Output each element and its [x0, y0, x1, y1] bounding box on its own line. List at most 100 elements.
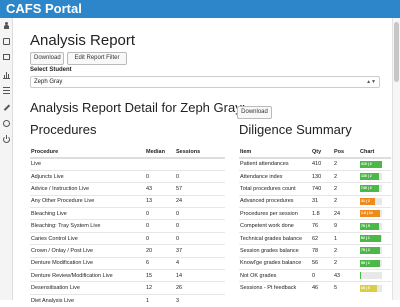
procedure-cell: Caries Control Live — [30, 231, 145, 245]
chart-cell: 130 | 2 — [359, 169, 391, 183]
diligence-bar-fill: 410 | 2 — [360, 160, 382, 168]
diligence-bar: 46 | 5 — [360, 284, 382, 292]
procedure-cell: Crown / Onlay / Post Live — [30, 244, 145, 258]
sessions-cell: 0 — [175, 219, 225, 233]
table-row: Total procedures count 740 2 740 | 2 — [239, 182, 391, 196]
scrollbar-thumb[interactable] — [394, 22, 399, 82]
item-cell: Patient attendances — [239, 157, 311, 171]
selected-student-value: Zeph Gray — [34, 79, 63, 85]
chart-column-header[interactable]: Chart — [359, 146, 391, 159]
diligence-header-row: Item Qty Pos Chart — [239, 146, 391, 159]
table-row: Sessions - Pt feedback 46 5 46 | 5 — [239, 281, 391, 295]
pos-cell: 2 — [333, 169, 359, 183]
sessions-cell: 0 — [175, 207, 225, 220]
chevron-updown-icon: ▲▼ — [366, 79, 376, 85]
pos-cell: 5 — [333, 281, 359, 295]
item-cell: Competent work done — [239, 219, 311, 233]
table-row: Advanced procedures 31 2 31 | 2 — [239, 194, 391, 208]
app-title[interactable]: CAFS Portal — [6, 1, 82, 17]
pos-cell: 2 — [333, 157, 359, 171]
diligence-bar: 130 | 2 — [360, 173, 382, 181]
diligence-bar: 740 | 2 — [360, 185, 382, 193]
pos-cell: 2 — [333, 244, 359, 258]
pos-cell: 9 — [333, 219, 359, 233]
diligence-bar: 56 | 2 — [360, 259, 382, 267]
qty-cell: 78 — [311, 244, 333, 258]
select-student-label: Select Student — [30, 67, 72, 73]
student-select[interactable]: Zeph Gray ▲▼ — [30, 76, 380, 88]
chart-cell — [359, 268, 391, 282]
pos-cell: 2 — [333, 182, 359, 196]
sessions-cell: 24 — [175, 194, 225, 208]
table-row: Diet Analysis Live 1 3 — [30, 293, 225, 307]
qty-cell: 740 — [311, 182, 333, 196]
power-icon[interactable] — [3, 135, 10, 143]
list-icon[interactable] — [3, 87, 10, 94]
table-row: Desensitisation Live 12 26 — [30, 281, 225, 295]
procedure-cell: Bleaching Live — [30, 207, 145, 220]
gear-icon[interactable] — [3, 120, 10, 127]
qty-cell: 1.8 — [311, 207, 333, 220]
procedures-header-row: Procedure Median Sessions — [30, 146, 225, 159]
download-button[interactable]: Download — [30, 52, 64, 65]
pos-column-header[interactable]: Pos — [333, 146, 359, 159]
median-cell: 43 — [145, 182, 175, 196]
procedure-cell: Advice / Instruction Live — [30, 182, 145, 196]
median-cell: 6 — [145, 256, 175, 270]
bar-chart-icon[interactable] — [3, 72, 10, 79]
item-cell: Technical grades balance — [239, 231, 311, 245]
table-row: Procedures per session 1.8 24 1.8 | 24 — [239, 207, 391, 220]
procedure-cell: Bleaching: Tray System Live — [30, 219, 145, 233]
diligence-heading: Diligence Summary — [239, 122, 352, 137]
chart-cell: 76 | 9 — [359, 219, 391, 233]
card-icon[interactable] — [3, 54, 10, 60]
diligence-bar: 1.8 | 24 — [360, 210, 382, 218]
pos-cell: 1 — [333, 231, 359, 245]
table-row: Denture Modification Live 6 4 — [30, 256, 225, 270]
chart-cell: 78 | 2 — [359, 244, 391, 258]
table-row: Knowl'ge grades balance 56 2 56 | 2 — [239, 256, 391, 270]
procedure-cell: Live — [30, 157, 145, 171]
table-row: Advice / Instruction Live 43 57 — [30, 182, 225, 196]
diligence-bar: 31 | 2 — [360, 197, 382, 205]
qty-cell: 62 — [311, 231, 333, 245]
main-content: Analysis Report Download Edit Report Fil… — [30, 18, 391, 307]
chart-cell: 56 | 2 — [359, 256, 391, 270]
qty-column-header[interactable]: Qty — [311, 146, 333, 159]
page-scrollbar[interactable] — [392, 18, 400, 300]
item-cell: Advanced procedures — [239, 194, 311, 208]
detail-download-button[interactable]: Download — [237, 106, 272, 119]
median-cell: 0 — [145, 231, 175, 245]
table-row: Live — [30, 157, 225, 171]
item-column-header[interactable]: Item — [239, 146, 311, 159]
procedure-cell: Denture Modification Live — [30, 256, 145, 270]
edit-report-filter-button[interactable]: Edit Report Filter — [67, 52, 127, 65]
median-cell: 15 — [145, 268, 175, 282]
diligence-bar: 78 | 2 — [360, 247, 382, 255]
median-column-header[interactable]: Median — [145, 146, 175, 159]
median-cell: 0 — [145, 219, 175, 233]
sessions-cell: 37 — [175, 244, 225, 258]
diligence-bar-fill: 1.8 | 24 — [360, 210, 380, 218]
item-cell: Not OK grades — [239, 268, 311, 282]
diligence-table: Item Qty Pos Chart Patient attendances 41… — [239, 146, 391, 295]
procedure-column-header[interactable]: Procedure — [30, 146, 145, 159]
pos-cell: 2 — [333, 256, 359, 270]
inbox-icon[interactable] — [3, 38, 10, 45]
user-icon[interactable] — [3, 22, 10, 29]
sessions-cell: 14 — [175, 268, 225, 282]
table-row: Attendance index 130 2 130 | 2 — [239, 169, 391, 183]
table-row: Competent work done 76 9 76 | 9 — [239, 219, 391, 233]
diligence-bar-fill: 130 | 2 — [360, 173, 379, 181]
diligence-bar: 62 | 1 — [360, 235, 382, 243]
sidebar — [0, 18, 13, 300]
table-row: Adjuncts Live 0 0 — [30, 169, 225, 183]
item-cell: Session grades balance — [239, 244, 311, 258]
procedure-cell: Desensitisation Live — [30, 281, 145, 295]
pos-cell: 43 — [333, 268, 359, 282]
table-row: Not OK grades 0 43 — [239, 268, 391, 282]
item-cell: Procedures per session — [239, 207, 311, 220]
item-cell: Knowl'ge grades balance — [239, 256, 311, 270]
sessions-column-header[interactable]: Sessions — [175, 146, 225, 159]
wrench-icon[interactable] — [3, 104, 10, 111]
